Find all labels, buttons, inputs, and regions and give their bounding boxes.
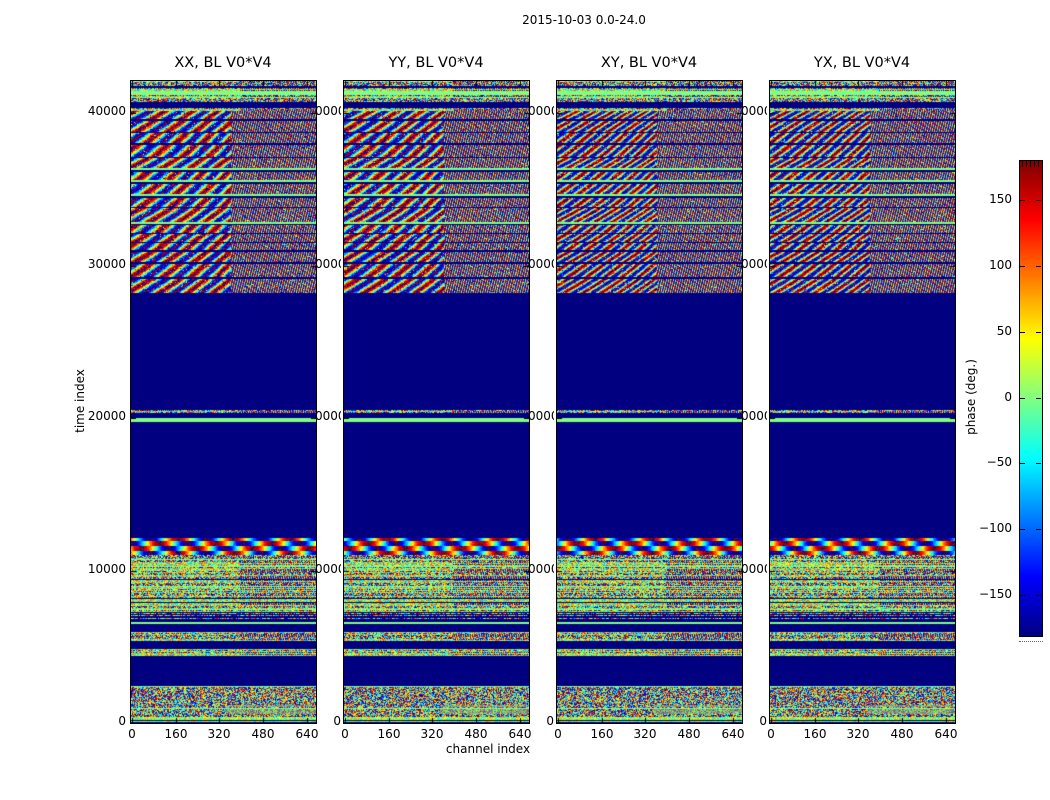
y-tick-label-clipped: 0000 — [741, 256, 767, 271]
colorbar-tick-mark — [1020, 199, 1025, 201]
subplot-yx: YX, BL V0*V4 — [769, 55, 956, 724]
x-tick-label: 0 — [767, 727, 775, 741]
x-tick-label: 480 — [677, 727, 701, 741]
y-tick-label: 0 — [118, 714, 126, 728]
y-tick-label: 20000 — [87, 409, 126, 423]
colorbar-tick-label: 150 — [989, 191, 1012, 206]
colorbar-tick-mark — [1020, 463, 1025, 465]
heatmap-yx — [769, 80, 956, 724]
subplot-xx: XX, BL V0*V4 — [130, 55, 317, 724]
colorbar-tick-mark — [1036, 199, 1041, 201]
figure-title: 2015-10-03 0.0-24.0 — [522, 13, 646, 27]
x-tick-label: 0 — [554, 727, 562, 741]
y-tick-label-clipped: 0 — [333, 714, 341, 728]
x-tick-label: 640 — [934, 727, 958, 741]
subplot-title: YX, BL V0*V4 — [813, 55, 911, 71]
colorbar-tick-label: −100 — [979, 521, 1012, 536]
colorbar-minor-tick — [1034, 161, 1035, 167]
colorbar-minor-tick — [1026, 161, 1027, 167]
x-axis-label: channel index — [445, 742, 531, 756]
colorbar-tick-mark — [1036, 397, 1041, 399]
x-tick-label: 640 — [508, 727, 532, 741]
x-tick-label: 320 — [633, 727, 657, 741]
colorbar-tick-label: −50 — [986, 455, 1012, 470]
x-tick-label: 0 — [128, 727, 136, 741]
y-tick-label-clipped: 0000 — [315, 104, 341, 119]
colorbar-tick-mark — [1020, 331, 1025, 333]
x-tick-label: 640 — [295, 727, 319, 741]
heatmap-xy — [556, 80, 743, 724]
colorbar-tick-mark — [1036, 463, 1041, 465]
y-tick-label-clipped: 0000 — [741, 409, 767, 423]
subplot-title: YY, BL V0*V4 — [388, 55, 484, 71]
colorbar-tick-mark — [1020, 397, 1025, 399]
y-tick-label: 10000 — [87, 561, 126, 576]
x-tick-label: 160 — [590, 727, 614, 741]
colorbar-tick-mark — [1020, 529, 1025, 531]
heatmap-yy — [343, 80, 530, 724]
x-tick-label: 480 — [890, 727, 914, 741]
colorbar-tick-mark — [1036, 595, 1041, 597]
colorbar-bottom-dots — [1019, 641, 1043, 642]
y-tick-label-clipped: 0 — [546, 714, 554, 728]
subplot-xy: XY, BL V0*V4 — [556, 55, 743, 724]
x-tick-label: 480 — [251, 727, 275, 741]
figure: 2015-10-03 0.0-24.0 time index channel i… — [0, 0, 1050, 800]
y-tick-label-clipped: 0000 — [315, 561, 341, 576]
colorbar-tick-label: 100 — [989, 257, 1012, 272]
x-tick-label: 320 — [207, 727, 231, 741]
x-tick-label: 480 — [464, 727, 488, 741]
x-tick-label: 320 — [846, 727, 870, 741]
y-tick-label-clipped: 0000 — [528, 409, 554, 423]
colorbar-minor-tick — [1022, 161, 1023, 167]
colorbar-tick-mark — [1036, 331, 1041, 333]
subplot-title: XY, BL V0*V4 — [600, 55, 698, 71]
colorbar-tick-mark — [1020, 265, 1025, 267]
y-tick-label-clipped: 0000 — [528, 561, 554, 576]
heatmap-xx — [130, 80, 317, 724]
y-tick-label-clipped: 0000 — [315, 256, 341, 271]
x-tick-label: 0 — [341, 727, 349, 741]
y-tick-label-clipped: 0 — [759, 714, 767, 728]
colorbar-tick-label: 50 — [996, 323, 1012, 338]
colorbar-tick-label: −150 — [979, 587, 1012, 602]
subplot-title: XX, BL V0*V4 — [174, 55, 272, 71]
x-tick-label: 160 — [377, 727, 401, 741]
y-tick-label: 30000 — [87, 256, 126, 271]
colorbar-tick-label: 0 — [1004, 389, 1012, 404]
y-tick-label-clipped: 0000 — [528, 104, 554, 119]
colorbar-tick-mark — [1020, 595, 1025, 597]
colorbar-tick-mark — [1036, 265, 1041, 267]
colorbar — [1019, 160, 1043, 637]
y-tick-label-clipped: 0000 — [315, 409, 341, 423]
colorbar-tick-mark — [1036, 529, 1041, 531]
x-tick-label: 320 — [420, 727, 444, 741]
x-tick-label: 160 — [803, 727, 827, 741]
subplot-yy: YY, BL V0*V4 — [343, 55, 530, 724]
y-tick-label-clipped: 0000 — [741, 561, 767, 576]
y-tick-label-clipped: 0000 — [528, 256, 554, 271]
y-tick-label-clipped: 0000 — [741, 104, 767, 119]
colorbar-minor-tick — [1030, 161, 1031, 167]
y-tick-label: 40000 — [87, 104, 126, 119]
x-tick-label: 640 — [721, 727, 745, 741]
x-tick-label: 160 — [164, 727, 188, 741]
colorbar-minor-tick — [1038, 161, 1039, 167]
